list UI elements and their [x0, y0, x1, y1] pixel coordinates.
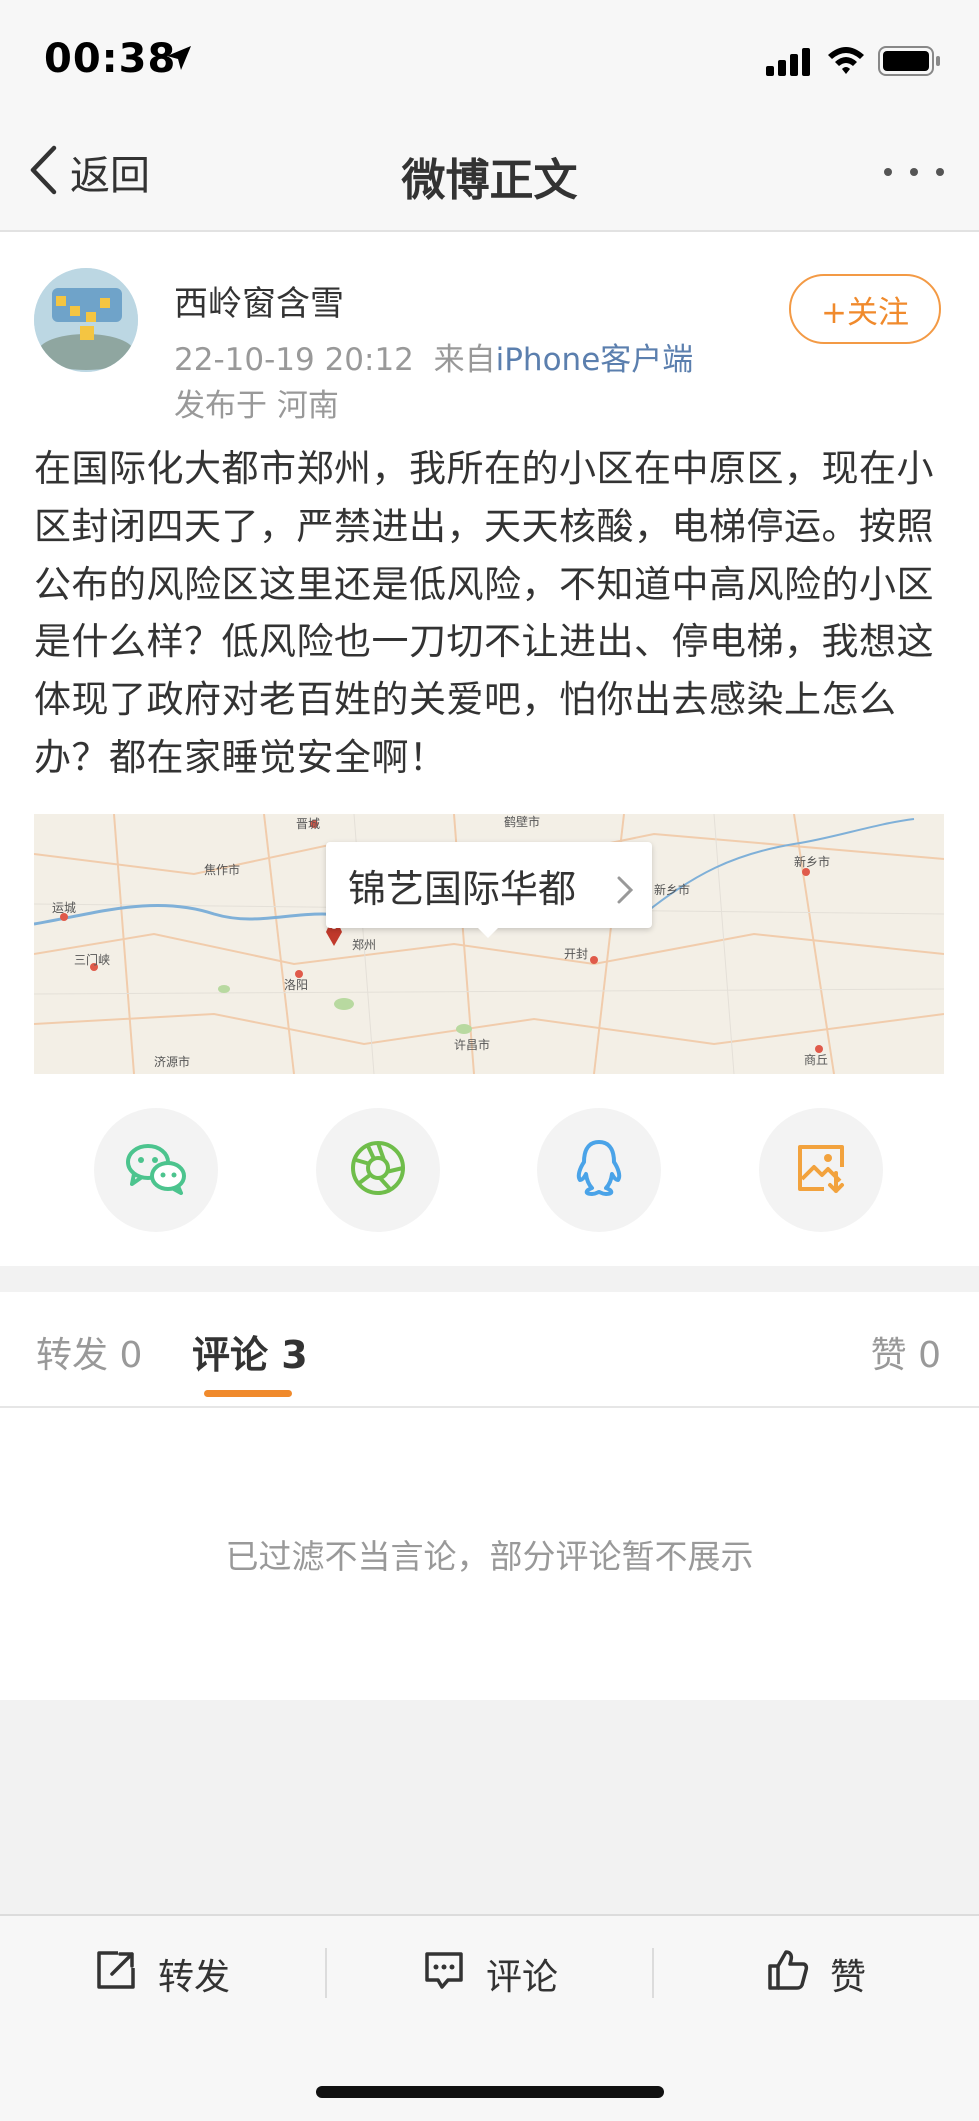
more-options-icon[interactable]	[884, 160, 944, 184]
map-place: 晋城	[296, 817, 320, 831]
like-button[interactable]: 赞	[766, 1946, 866, 2002]
repost-button[interactable]: 转发	[94, 1946, 230, 2002]
tab-reposts-count: 0	[119, 1335, 143, 1376]
map-place: 商丘	[804, 1052, 828, 1067]
source-prefix: 来自	[433, 342, 496, 378]
map-place: 新乡市	[794, 854, 830, 869]
comment-button[interactable]: 评论	[422, 1946, 558, 2002]
tab-comments-label: 评论	[192, 1333, 269, 1377]
map-place: 洛阳	[284, 977, 308, 992]
tab-likes-count: 0	[918, 1335, 941, 1376]
like-label: 赞	[830, 1957, 867, 1998]
map-label-pointer	[476, 926, 500, 938]
tab-reposts[interactable]: 转发 0	[36, 1326, 142, 1378]
repost-label: 转发	[158, 1957, 231, 1998]
battery-icon	[878, 46, 942, 80]
map-place: 郑州	[352, 937, 376, 952]
tab-likes[interactable]: 赞 0	[871, 1326, 941, 1378]
map-location-name: 锦艺国际华都	[348, 866, 577, 911]
comments-filter-note: 已过滤不当言论，部分评论暂不展示	[225, 1537, 754, 1576]
toolbar-divider	[652, 1948, 654, 1998]
page-title: 微博正文	[401, 155, 578, 206]
source-link[interactable]: iPhone客户端	[496, 342, 694, 378]
moments-icon	[348, 1138, 408, 1202]
author-name[interactable]: 西岭窗含雪	[174, 276, 344, 325]
follow-button[interactable]: +关注	[789, 274, 941, 344]
toolbar-divider	[325, 1948, 327, 1998]
interaction-tabs	[0, 1292, 979, 1408]
comment-label: 评论	[486, 1957, 559, 1998]
share-qq-button[interactable]	[537, 1108, 661, 1232]
map-place: 新乡市	[654, 882, 690, 897]
tab-comments[interactable]: 评论 3	[192, 1324, 308, 1379]
share-moments-button[interactable]	[316, 1108, 440, 1232]
avatar[interactable]	[34, 268, 138, 372]
chevron-right-icon	[616, 870, 634, 914]
comment-icon	[422, 1948, 466, 2001]
share-wechat-button[interactable]	[94, 1108, 218, 1232]
map-place: 焦作市	[204, 862, 240, 877]
thumbs-up-icon	[766, 1948, 810, 2001]
qq-icon	[572, 1138, 626, 1202]
map-place: 济源市	[154, 1054, 190, 1069]
map-location-label[interactable]: 锦艺国际华都	[326, 842, 652, 928]
map-place: 开封	[564, 947, 588, 961]
post-location: 发布于 河南	[174, 388, 339, 424]
cellular-signal-icon	[766, 48, 814, 80]
share-out-icon	[94, 1948, 138, 2001]
share-save-image-button[interactable]	[759, 1108, 883, 1232]
post-meta: 22-10-19 20:12 来自iPhone客户端	[174, 334, 693, 379]
home-indicator[interactable]	[316, 2086, 664, 2098]
tab-comments-count: 3	[281, 1333, 308, 1377]
tab-reposts-label: 转发	[36, 1335, 109, 1376]
post-body: 在国际化大都市郑州，我所在的小区在中原区，现在小区封闭四天了，严禁进出，天天核酸…	[34, 447, 934, 779]
map-place: 鹤壁市	[504, 814, 540, 829]
post-date: 22-10-19 20:12	[174, 342, 414, 378]
tab-likes-label: 赞	[870, 1335, 907, 1376]
wechat-icon	[124, 1140, 188, 1200]
status-time: 00:38	[44, 36, 177, 82]
map-place: 三门峡	[74, 952, 110, 967]
save-image-icon	[794, 1141, 848, 1199]
map-place: 许昌市	[454, 1037, 490, 1052]
wifi-icon	[826, 44, 866, 80]
map-place: 运城	[52, 901, 76, 915]
active-tab-indicator	[204, 1390, 292, 1397]
location-arrow-icon	[165, 44, 193, 76]
